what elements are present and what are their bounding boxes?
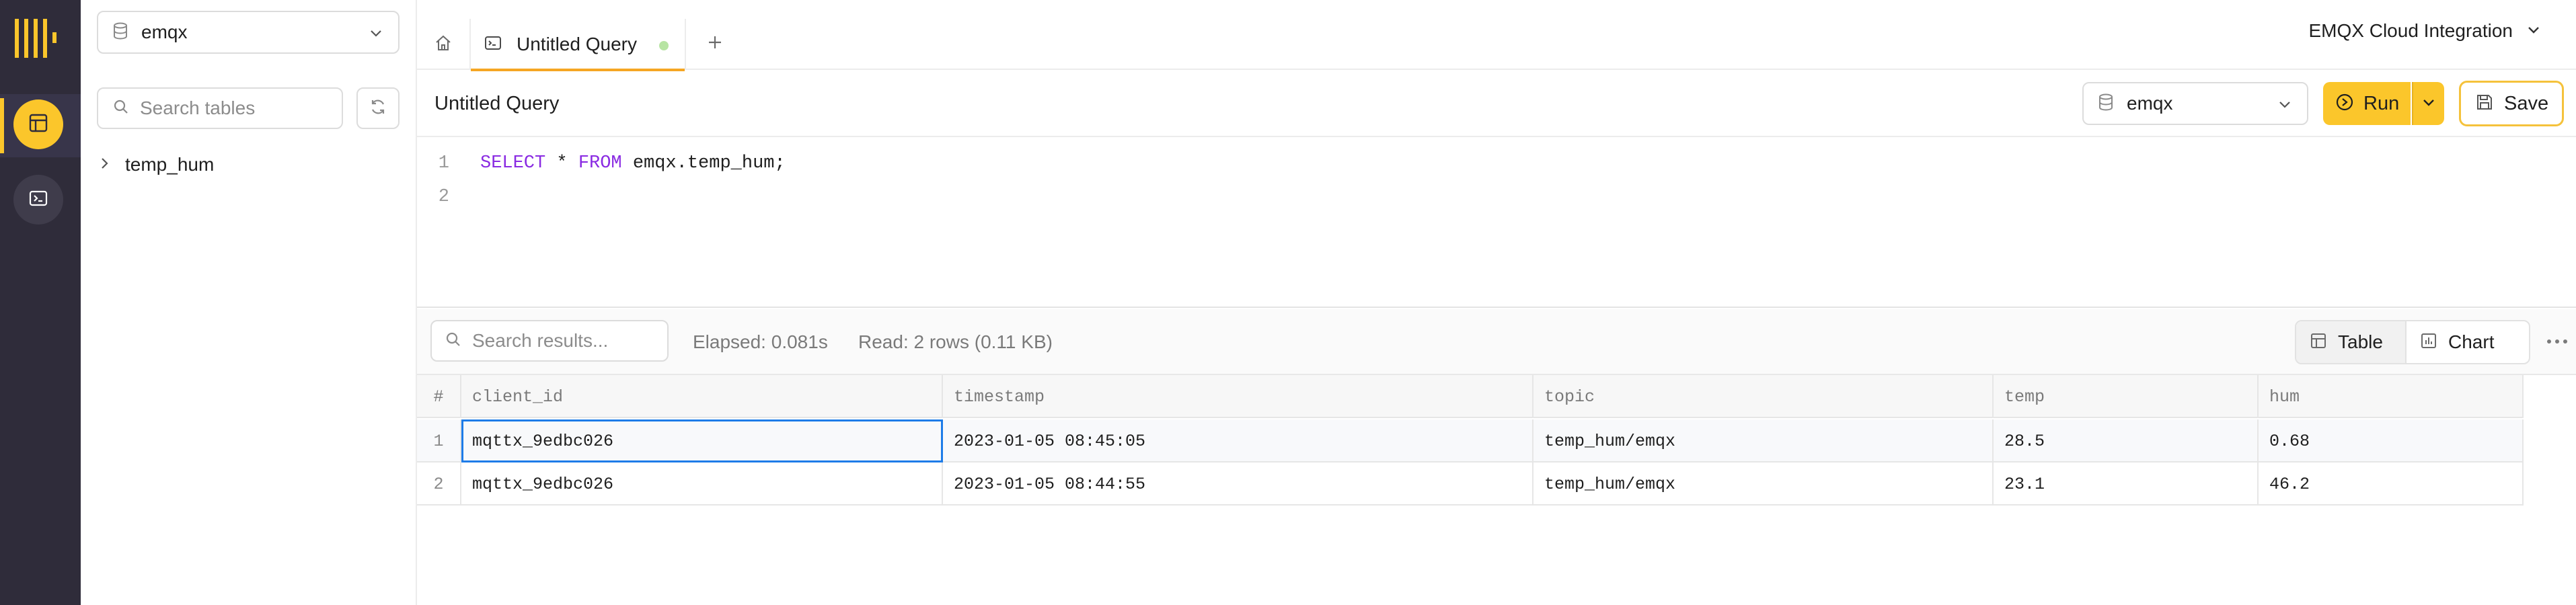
column-header[interactable]: temp — [1994, 375, 2259, 418]
add-tab-button[interactable] — [698, 27, 732, 61]
app-rail — [0, 0, 81, 605]
row-index: 2 — [417, 462, 461, 506]
chart-view-label: Chart — [2448, 331, 2495, 352]
chart-icon — [2420, 332, 2437, 353]
save-button-label: Save — [2504, 92, 2549, 114]
run-button-label: Run — [2363, 92, 2400, 114]
terminal-icon — [28, 188, 48, 212]
sql-keyword: FROM — [578, 153, 622, 173]
sql-token: * — [545, 153, 578, 173]
home-icon — [434, 34, 452, 55]
database-icon — [113, 22, 128, 43]
rail-active-indicator — [0, 98, 4, 153]
column-header[interactable]: timestamp — [943, 375, 1533, 418]
search-icon — [445, 331, 461, 351]
search-results-input[interactable]: Search results... — [430, 320, 669, 362]
search-tables-placeholder: Search tables — [140, 97, 256, 118]
database-icon — [2098, 93, 2113, 114]
table-cell[interactable]: 2023-01-05 08:45:05 — [943, 419, 1533, 462]
sql-keyword: SELECT — [480, 153, 546, 173]
line-number: 1 — [438, 153, 449, 173]
home-tab[interactable] — [417, 19, 471, 70]
refresh-tables-button[interactable] — [356, 87, 400, 129]
plus-icon — [706, 33, 724, 55]
read-stat: Read: 2 rows (0.11 KB) — [858, 331, 1053, 352]
table-row[interactable]: 1 mqttx_9edbc026 2023-01-05 08:45:05 tem… — [417, 419, 2524, 462]
search-icon — [113, 99, 129, 118]
view-toggle: Table Chart — [2295, 320, 2530, 364]
search-tables-input[interactable]: Search tables — [97, 87, 343, 129]
query-header: Untitled Query emqx Run Save — [417, 71, 2576, 137]
column-header[interactable]: hum — [2259, 375, 2524, 418]
chevron-down-icon — [2421, 94, 2437, 114]
table-cell[interactable]: mqttx_9edbc026 — [461, 462, 943, 506]
sidebar-database-value: emqx — [141, 22, 188, 42]
table-cell[interactable]: 2023-01-05 08:44:55 — [943, 462, 1533, 506]
search-results-placeholder: Search results... — [472, 330, 609, 351]
tab-label: Untitled Query — [517, 34, 637, 54]
terminal-nav-button[interactable] — [13, 175, 63, 225]
row-index: 1 — [417, 419, 461, 462]
table-cell[interactable]: 28.5 — [1994, 419, 2259, 462]
table-tree-item[interactable]: temp_hum — [97, 148, 214, 182]
column-header: # — [417, 375, 461, 418]
table-cell[interactable]: 46.2 — [2259, 462, 2524, 506]
save-button[interactable]: Save — [2459, 81, 2564, 126]
more-options-button[interactable] — [2541, 327, 2573, 358]
editor-line: 2 — [417, 180, 480, 214]
logo-icon — [15, 17, 61, 59]
query-database-select[interactable]: emqx — [2082, 82, 2308, 125]
column-header[interactable]: topic — [1533, 375, 1994, 418]
table-cell[interactable]: temp_hum/emqx — [1533, 462, 1994, 506]
chart-view-button[interactable]: Chart — [2407, 321, 2494, 363]
play-circle-icon — [2335, 93, 2354, 115]
tab-untitled-query[interactable]: Untitled Query — [471, 19, 686, 71]
run-options-dropdown[interactable] — [2412, 82, 2444, 125]
org-name-label: EMQX Cloud Integration — [2308, 20, 2513, 41]
editor-line: 1 SELECT * FROM emqx.temp_hum; — [417, 147, 786, 180]
sql-console-nav-button[interactable] — [13, 99, 63, 149]
table-cell[interactable]: temp_hum/emqx — [1533, 419, 1994, 462]
line-number: 2 — [438, 187, 449, 207]
tables-sidebar: emqx Search tables temp_hum — [81, 0, 417, 605]
org-switcher[interactable]: EMQX Cloud Integration — [2309, 20, 2543, 42]
table-view-button[interactable]: Table — [2296, 321, 2407, 363]
unsaved-indicator — [659, 41, 669, 50]
terminal-icon — [484, 34, 502, 55]
refresh-icon — [369, 97, 387, 120]
table-header-row: # client_id timestamp topic temp hum — [417, 375, 2524, 418]
column-header[interactable]: client_id — [461, 375, 943, 418]
code-line-content: SELECT * FROM emqx.temp_hum; — [480, 153, 786, 173]
table-cell[interactable]: 0.68 — [2259, 419, 2524, 462]
more-horizontal-icon — [2546, 336, 2569, 348]
table-cell[interactable]: mqttx_9edbc026 — [461, 419, 943, 462]
save-icon — [2476, 93, 2493, 114]
chevron-right-icon[interactable] — [97, 156, 112, 174]
query-database-value: emqx — [2127, 93, 2173, 114]
table-icon — [28, 113, 48, 136]
table-row[interactable]: 2 mqttx_9edbc026 2023-01-05 08:44:55 tem… — [417, 462, 2524, 506]
query-title[interactable]: Untitled Query — [434, 93, 559, 115]
sql-editor[interactable]: 1 SELECT * FROM emqx.temp_hum; 2 — [417, 138, 2576, 308]
table-icon — [2310, 332, 2327, 353]
table-view-label: Table — [2338, 331, 2383, 352]
chevron-down-icon — [2276, 95, 2294, 116]
sql-token: emqx.temp_hum; — [621, 153, 786, 173]
run-button[interactable]: Run — [2323, 82, 2411, 125]
results-toolbar: Search results... Elapsed: 0.081s Read: … — [417, 309, 2576, 375]
chevron-down-icon — [2525, 21, 2542, 42]
table-cell[interactable]: 23.1 — [1994, 462, 2259, 506]
elapsed-stat: Elapsed: 0.081s — [693, 331, 828, 352]
chevron-down-icon — [367, 24, 385, 45]
table-tree-label: temp_hum — [125, 154, 215, 175]
tab-bar: Untitled Query EMQX Cloud Integration — [417, 0, 2576, 71]
sidebar-database-select[interactable]: emqx — [97, 11, 400, 54]
